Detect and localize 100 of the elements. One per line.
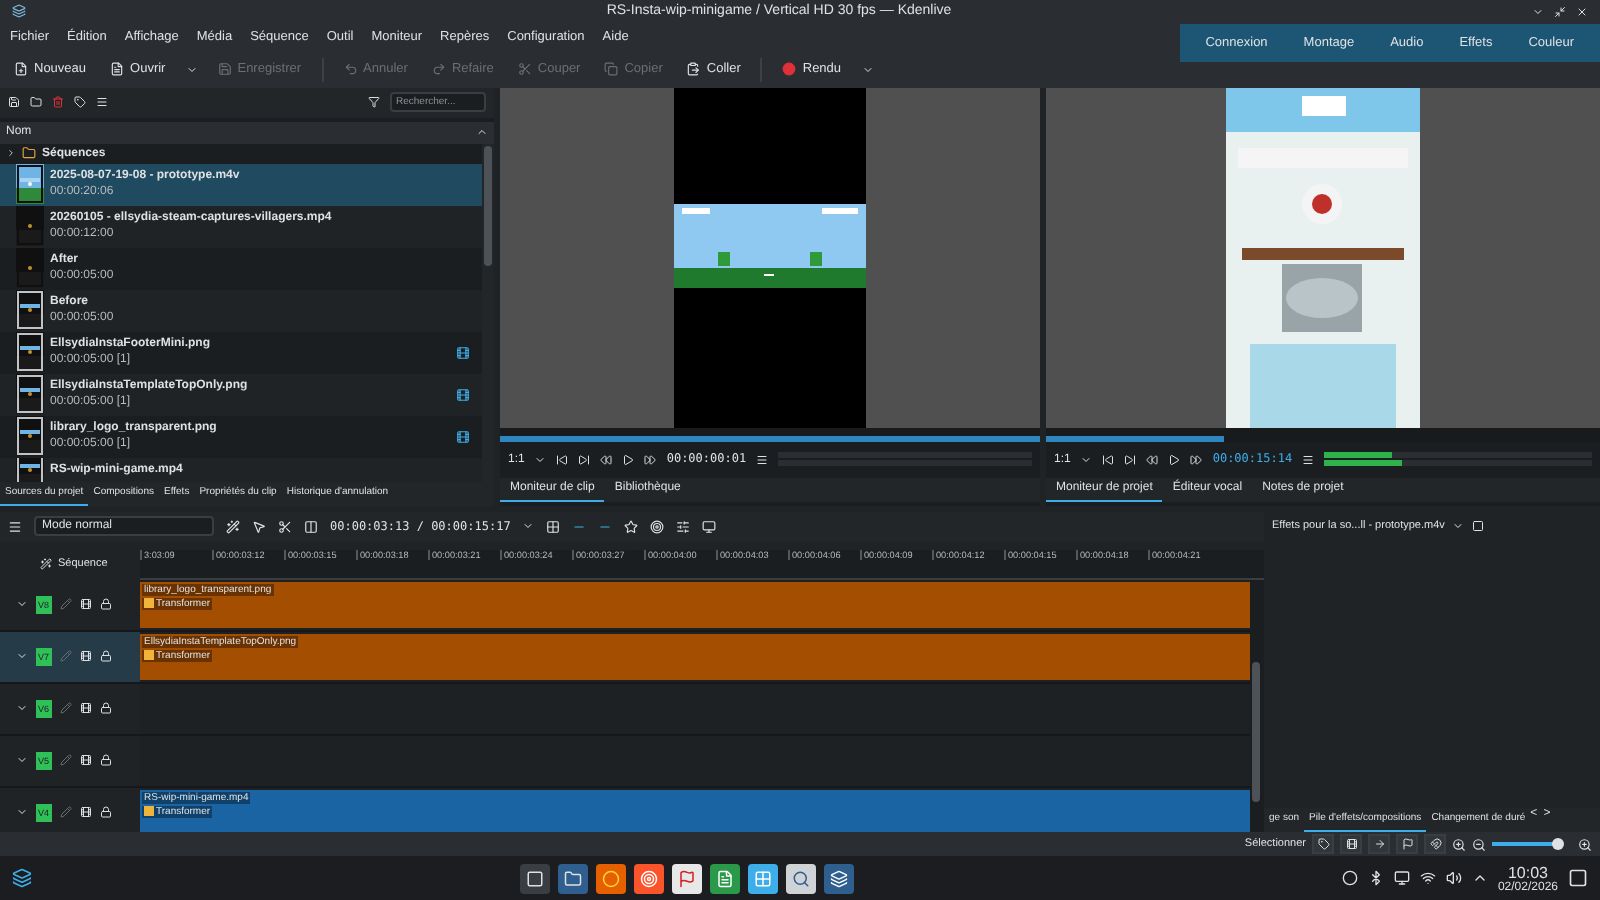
tray-icon[interactable]: [1341, 870, 1358, 887]
rewind-icon[interactable]: [600, 453, 613, 466]
record-icon: [782, 62, 797, 77]
film-icon[interactable]: [79, 702, 92, 715]
app-icon: [12, 4, 26, 19]
fast-forward-icon[interactable]: [1190, 453, 1203, 466]
folder-icon: [22, 146, 36, 161]
arrow-icon: [1373, 838, 1385, 851]
new-file-icon: [14, 62, 28, 77]
launcher-icon[interactable]: [12, 868, 32, 889]
film-icon[interactable]: [79, 754, 92, 767]
volume-icon[interactable]: [1445, 870, 1462, 887]
redo-icon: [431, 62, 446, 77]
menu-icon[interactable]: [8, 519, 22, 534]
monitor-icon[interactable]: [1393, 870, 1410, 887]
caret-icon[interactable]: [861, 63, 874, 76]
clipboard-icon: [686, 62, 701, 77]
lock-icon[interactable]: [99, 806, 112, 819]
minimize-icon[interactable]: [1532, 5, 1544, 18]
wand-icon: [40, 558, 52, 571]
copy-icon: [604, 62, 619, 77]
chevron-icon[interactable]: [16, 806, 28, 819]
flag-button[interactable]: [1396, 834, 1418, 855]
taskbar-app-icon[interactable]: [709, 863, 740, 894]
folder-icon[interactable]: [30, 96, 42, 109]
wifi-icon[interactable]: [1419, 870, 1436, 887]
skip-forward-icon[interactable]: [578, 453, 591, 466]
film-button[interactable]: [1340, 834, 1362, 855]
taskbar-app-icon[interactable]: [785, 863, 816, 894]
fast-forward-icon[interactable]: [644, 453, 657, 466]
sliders-icon[interactable]: [676, 519, 691, 534]
star-icon[interactable]: [624, 519, 639, 534]
menu-icon[interactable]: [756, 453, 769, 466]
menu-icon[interactable]: [96, 96, 108, 109]
film-icon: [1345, 838, 1357, 851]
pointer-icon[interactable]: [252, 519, 266, 534]
target-icon[interactable]: [650, 519, 665, 534]
expand-icon: [6, 148, 16, 159]
trash-icon[interactable]: [52, 96, 64, 109]
caret-icon[interactable]: [1080, 453, 1093, 466]
film-icon[interactable]: [79, 598, 92, 611]
chevron-icon[interactable]: [16, 650, 28, 663]
taskbar-app-icon[interactable]: [519, 863, 550, 894]
taskbar-app-icon[interactable]: [747, 863, 778, 894]
save-icon: [217, 62, 232, 77]
close-icon[interactable]: [1576, 5, 1588, 18]
pencil-icon[interactable]: [59, 598, 72, 611]
rewind-icon[interactable]: [1146, 453, 1159, 466]
caret-icon[interactable]: [185, 63, 198, 76]
scissors-icon: [517, 62, 532, 77]
chevron-icon[interactable]: [16, 598, 28, 611]
grid-icon[interactable]: [546, 519, 561, 534]
lock-icon[interactable]: [99, 754, 112, 767]
columns-icon[interactable]: [304, 519, 318, 534]
pencil-icon[interactable]: [59, 754, 72, 767]
chevron-icon[interactable]: [16, 702, 28, 715]
tag-button[interactable]: [1312, 834, 1334, 855]
magnet-button[interactable]: [1424, 834, 1446, 855]
pencil-icon[interactable]: [59, 806, 72, 819]
taskbar-app-icon[interactable]: [671, 863, 702, 894]
zoom-out-icon[interactable]: [1472, 837, 1486, 852]
zoom-in-icon[interactable]: [1578, 837, 1592, 852]
skip-forward-icon[interactable]: [1124, 453, 1137, 466]
caret-icon[interactable]: [534, 453, 547, 466]
monitor-icon[interactable]: [702, 519, 717, 534]
desktop-icon[interactable]: [1568, 868, 1588, 889]
chevron-icon[interactable]: [16, 754, 28, 767]
flag-icon: [1401, 838, 1413, 851]
undo-icon: [343, 62, 358, 77]
clock-time[interactable]: 10:03: [1507, 863, 1548, 882]
skip-back-icon[interactable]: [1102, 453, 1115, 466]
square-icon[interactable]: [1472, 520, 1485, 533]
tool-icon[interactable]: [226, 519, 240, 534]
tag-icon[interactable]: [74, 96, 86, 109]
maximize-icon[interactable]: [1554, 5, 1566, 18]
lock-icon[interactable]: [99, 702, 112, 715]
taskbar-app-icon[interactable]: [823, 863, 854, 894]
play-icon[interactable]: [622, 453, 635, 466]
caret-icon[interactable]: [522, 520, 535, 533]
tag-icon: [1317, 838, 1329, 851]
scissors-icon[interactable]: [278, 519, 292, 534]
lock-icon[interactable]: [99, 598, 112, 611]
lock-icon[interactable]: [99, 650, 112, 663]
taskbar-app-icon[interactable]: [633, 863, 664, 894]
skip-back-icon[interactable]: [556, 453, 569, 466]
film-icon[interactable]: [79, 650, 92, 663]
file-icon: [110, 62, 125, 77]
play-icon[interactable]: [1168, 453, 1181, 466]
pencil-icon[interactable]: [59, 702, 72, 715]
sort-icon: [476, 126, 488, 139]
menu-icon[interactable]: [1302, 453, 1315, 466]
filter-icon[interactable]: [368, 96, 380, 109]
zoom-in-icon[interactable]: [1452, 837, 1466, 852]
caret-icon[interactable]: [1452, 520, 1465, 533]
bluetooth-icon[interactable]: [1367, 870, 1384, 887]
arrow-button[interactable]: [1368, 834, 1390, 855]
taskbar-app-icon[interactable]: [557, 863, 588, 894]
magnet-icon: [1429, 838, 1441, 851]
film-icon[interactable]: [79, 806, 92, 819]
taskbar-app-icon[interactable]: [595, 863, 626, 894]
